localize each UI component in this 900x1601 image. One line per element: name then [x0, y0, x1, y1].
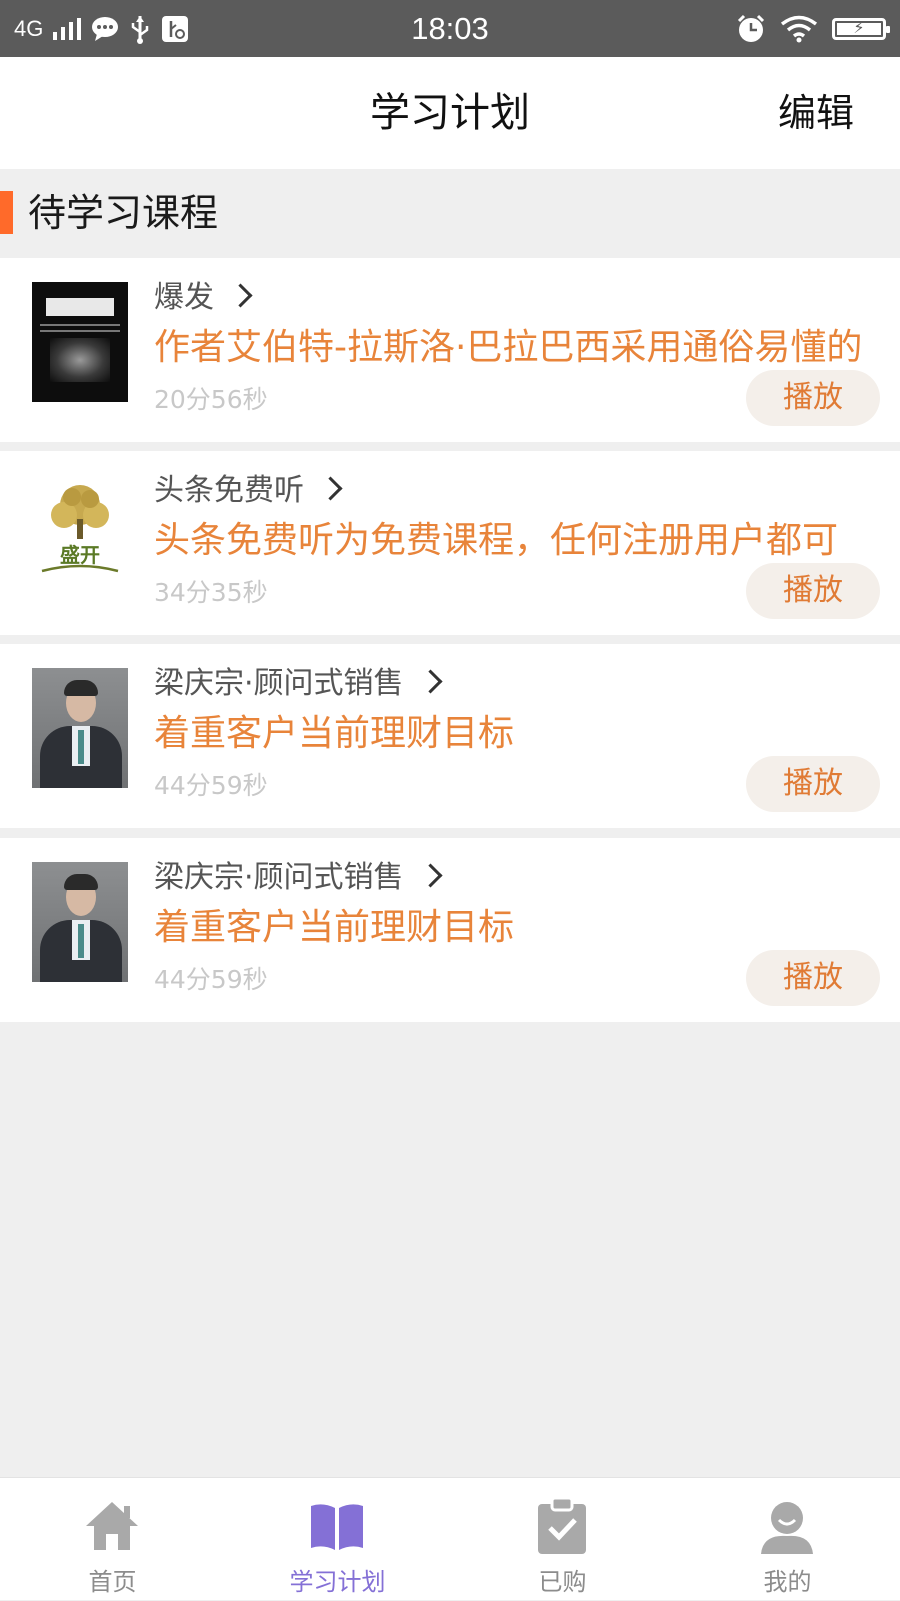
course-title-link[interactable]: 梁庆宗·顾问式销售: [154, 852, 443, 896]
course-thumbnail: [32, 282, 128, 402]
thumbnail-logo-text: 盛开: [60, 543, 100, 567]
tree-logo-icon: [41, 485, 119, 573]
course-title: 梁庆宗·顾问式销售: [154, 860, 404, 895]
course-card[interactable]: 爆发 作者艾伯特-拉斯洛·巴拉巴西采用通俗易懂的 20分56秒 播放: [0, 258, 900, 442]
course-title-link[interactable]: 梁庆宗·顾问式销售: [154, 658, 443, 702]
course-duration: 44分59秒: [154, 965, 268, 994]
page-header: 学习计划 编辑: [0, 57, 900, 169]
chevron-right-icon: [228, 282, 253, 308]
course-thumbnail: [32, 862, 128, 982]
play-button[interactable]: 播放: [746, 950, 880, 1006]
tab-label: 我的: [763, 1568, 812, 1596]
wifi-icon: [780, 15, 818, 42]
course-card[interactable]: 盛开 头条免费听 头条免费听为免费课程，任何注册用户都可 34分35秒 播放: [0, 451, 900, 635]
course-duration: 20分56秒: [154, 385, 268, 414]
page-title: 学习计划: [370, 90, 530, 136]
course-thumbnail: 盛开: [32, 475, 128, 595]
course-card[interactable]: 梁庆宗·顾问式销售 着重客户当前理财目标 44分59秒 播放: [0, 838, 900, 1022]
home-icon: [86, 1502, 138, 1550]
clipboard-check-icon: [538, 1496, 586, 1554]
course-title: 爆发: [154, 280, 214, 315]
course-thumbnail: [32, 668, 128, 788]
play-button[interactable]: 播放: [746, 370, 880, 426]
battery-icon: ⚡: [832, 17, 890, 40]
course-description: 着重客户当前理财目标: [154, 907, 515, 948]
tab-profile[interactable]: 我的: [675, 1478, 900, 1601]
course-description: 头条免费听为免费课程，任何注册用户都可: [154, 520, 839, 561]
course-title-link[interactable]: 头条免费听: [154, 465, 343, 509]
tab-study-plan[interactable]: 学习计划: [225, 1478, 450, 1601]
bottom-tab-bar: 首页 学习计划 已购 我的: [0, 1477, 900, 1600]
course-title-link[interactable]: 爆发: [154, 272, 253, 316]
section-header: 待学习课程: [0, 169, 900, 257]
chevron-right-icon: [418, 668, 443, 694]
status-bar: 4G 18:03 ⚡: [0, 0, 900, 57]
course-title: 头条免费听: [154, 473, 304, 508]
tab-home[interactable]: 首页: [0, 1478, 225, 1601]
tab-label: 已购: [538, 1568, 587, 1596]
chevron-right-icon: [318, 475, 343, 501]
course-title: 梁庆宗·顾问式销售: [154, 666, 404, 701]
play-button[interactable]: 播放: [746, 756, 880, 812]
course-description: 作者艾伯特-拉斯洛·巴拉巴西采用通俗易懂的: [154, 327, 863, 368]
tab-purchased[interactable]: 已购: [450, 1478, 675, 1601]
user-icon: [761, 1502, 813, 1554]
edit-button[interactable]: 编辑: [778, 57, 854, 169]
play-button[interactable]: 播放: [746, 563, 880, 619]
course-description: 着重客户当前理财目标: [154, 713, 515, 754]
chevron-right-icon: [418, 862, 443, 888]
course-duration: 34分35秒: [154, 578, 268, 607]
tab-label: 首页: [88, 1568, 137, 1596]
tab-label: 学习计划: [289, 1568, 386, 1596]
section-title: 待学习课程: [28, 191, 219, 235]
alarm-icon: [737, 14, 765, 42]
section-accent-bar: [0, 191, 13, 234]
book-icon: [311, 1504, 363, 1550]
status-right: ⚡: [736, 0, 890, 57]
course-duration: 44分59秒: [154, 771, 268, 800]
course-card[interactable]: 梁庆宗·顾问式销售 着重客户当前理财目标 44分59秒 播放: [0, 644, 900, 828]
